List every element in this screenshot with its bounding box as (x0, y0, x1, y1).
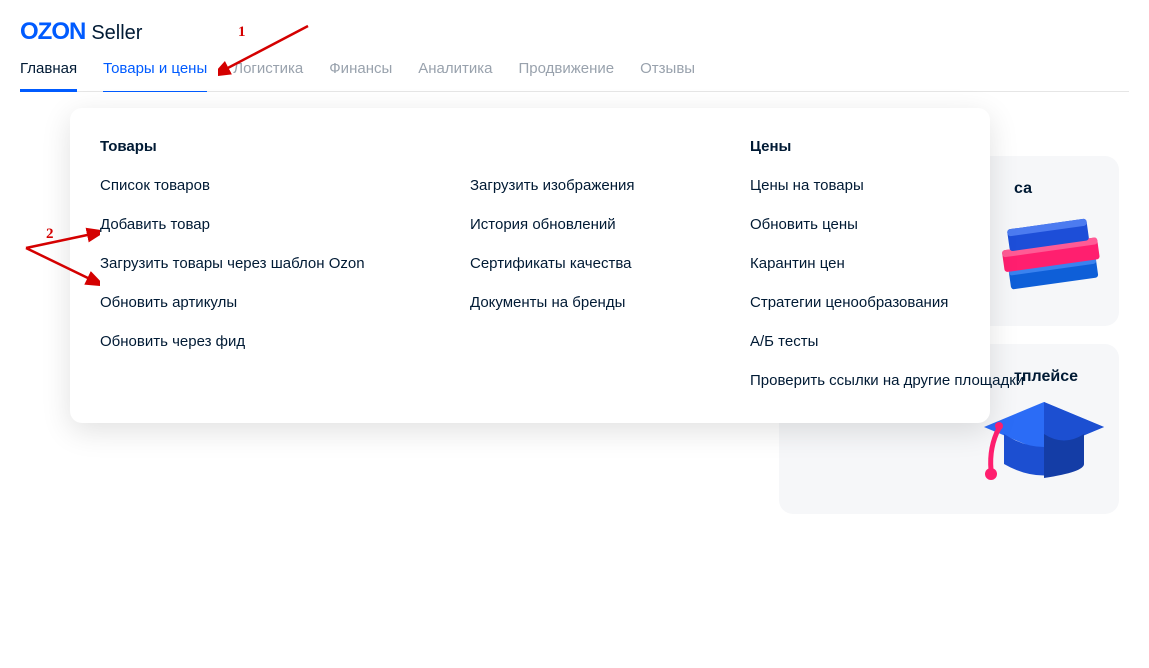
nav-item-products-prices[interactable]: Товары и цены (103, 60, 207, 91)
nav-item-logistics[interactable]: Логистика (233, 60, 303, 91)
dropdown-column-prices: Цены Цены на товары Обновить цены Карант… (750, 138, 1050, 389)
logo-ozon: OZON (20, 18, 85, 46)
menu-link-brand-docs[interactable]: Документы на бренды (470, 294, 670, 311)
menu-link-update-feed[interactable]: Обновить через фид (100, 333, 390, 350)
nav-item-home[interactable]: Главная (20, 60, 77, 91)
menu-link-pricing-strategies[interactable]: Стратегии ценообразования (750, 294, 1050, 311)
menu-link-update-skus[interactable]: Обновить артикулы (100, 294, 390, 311)
menu-link-price-quarantine[interactable]: Карантин цен (750, 255, 1050, 272)
logo[interactable]: OZON Seller (20, 18, 1129, 46)
menu-link-ab-tests[interactable]: А/Б тесты (750, 333, 1050, 350)
nav-item-finance[interactable]: Финансы (329, 60, 392, 91)
menu-link-upload-images[interactable]: Загрузить изображения (470, 177, 670, 194)
menu-link-product-list[interactable]: Список товаров (100, 177, 390, 194)
menu-link-quality-certs[interactable]: Сертификаты качества (470, 255, 670, 272)
menu-link-update-history[interactable]: История обновлений (470, 216, 670, 233)
dropdown-column-products: Товары Список товаров Добавить товар Заг… (100, 138, 390, 389)
nav-item-promotion[interactable]: Продвижение (519, 60, 615, 91)
logo-seller: Seller (91, 22, 142, 45)
dropdown-products-prices: Товары Список товаров Добавить товар Заг… (70, 108, 990, 423)
nav-item-reviews[interactable]: Отзывы (640, 60, 695, 91)
menu-link-check-links[interactable]: Проверить ссылки на другие площадки (750, 372, 1050, 389)
dropdown-column-title: Товары (100, 138, 390, 155)
header: OZON Seller Главная Товары и цены Логист… (0, 0, 1149, 92)
dropdown-column-products-extra: Загрузить изображения История обновлений… (470, 138, 670, 389)
nav-item-analytics[interactable]: Аналитика (418, 60, 492, 91)
graduation-cap-icon (979, 392, 1109, 502)
menu-link-product-prices[interactable]: Цены на товары (750, 177, 1050, 194)
main-nav: Главная Товары и цены Логистика Финансы … (20, 60, 1129, 92)
menu-link-upload-template[interactable]: Загрузить товары через шаблон Ozon (100, 255, 390, 272)
annotation-number-2: 2 (46, 226, 54, 243)
menu-link-update-prices[interactable]: Обновить цены (750, 216, 1050, 233)
dropdown-column-title (470, 138, 670, 155)
dropdown-column-title: Цены (750, 138, 1050, 155)
menu-link-add-product[interactable]: Добавить товар (100, 216, 390, 233)
